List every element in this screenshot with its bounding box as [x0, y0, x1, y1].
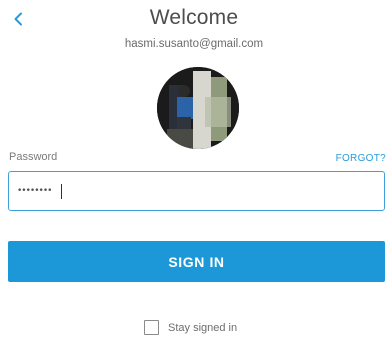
forgot-password-link[interactable]: FORGOT? — [336, 153, 386, 164]
stay-signed-in[interactable]: Stay signed in — [144, 320, 237, 335]
sign-in-button[interactable]: SIGN IN — [8, 241, 385, 282]
stay-signed-in-label: Stay signed in — [168, 321, 238, 334]
avatar — [157, 67, 239, 149]
text-caret — [61, 184, 62, 199]
password-input[interactable] — [9, 172, 384, 210]
password-field-wrapper — [8, 171, 385, 211]
page-title: Welcome — [149, 6, 239, 29]
password-label: Password — [9, 151, 58, 163]
sign-in-screen: Welcome hasmi.susanto@gmail.com Password… — [0, 0, 388, 345]
stay-signed-in-checkbox[interactable] — [144, 320, 159, 335]
account-email: hasmi.susanto@gmail.com — [124, 38, 264, 50]
